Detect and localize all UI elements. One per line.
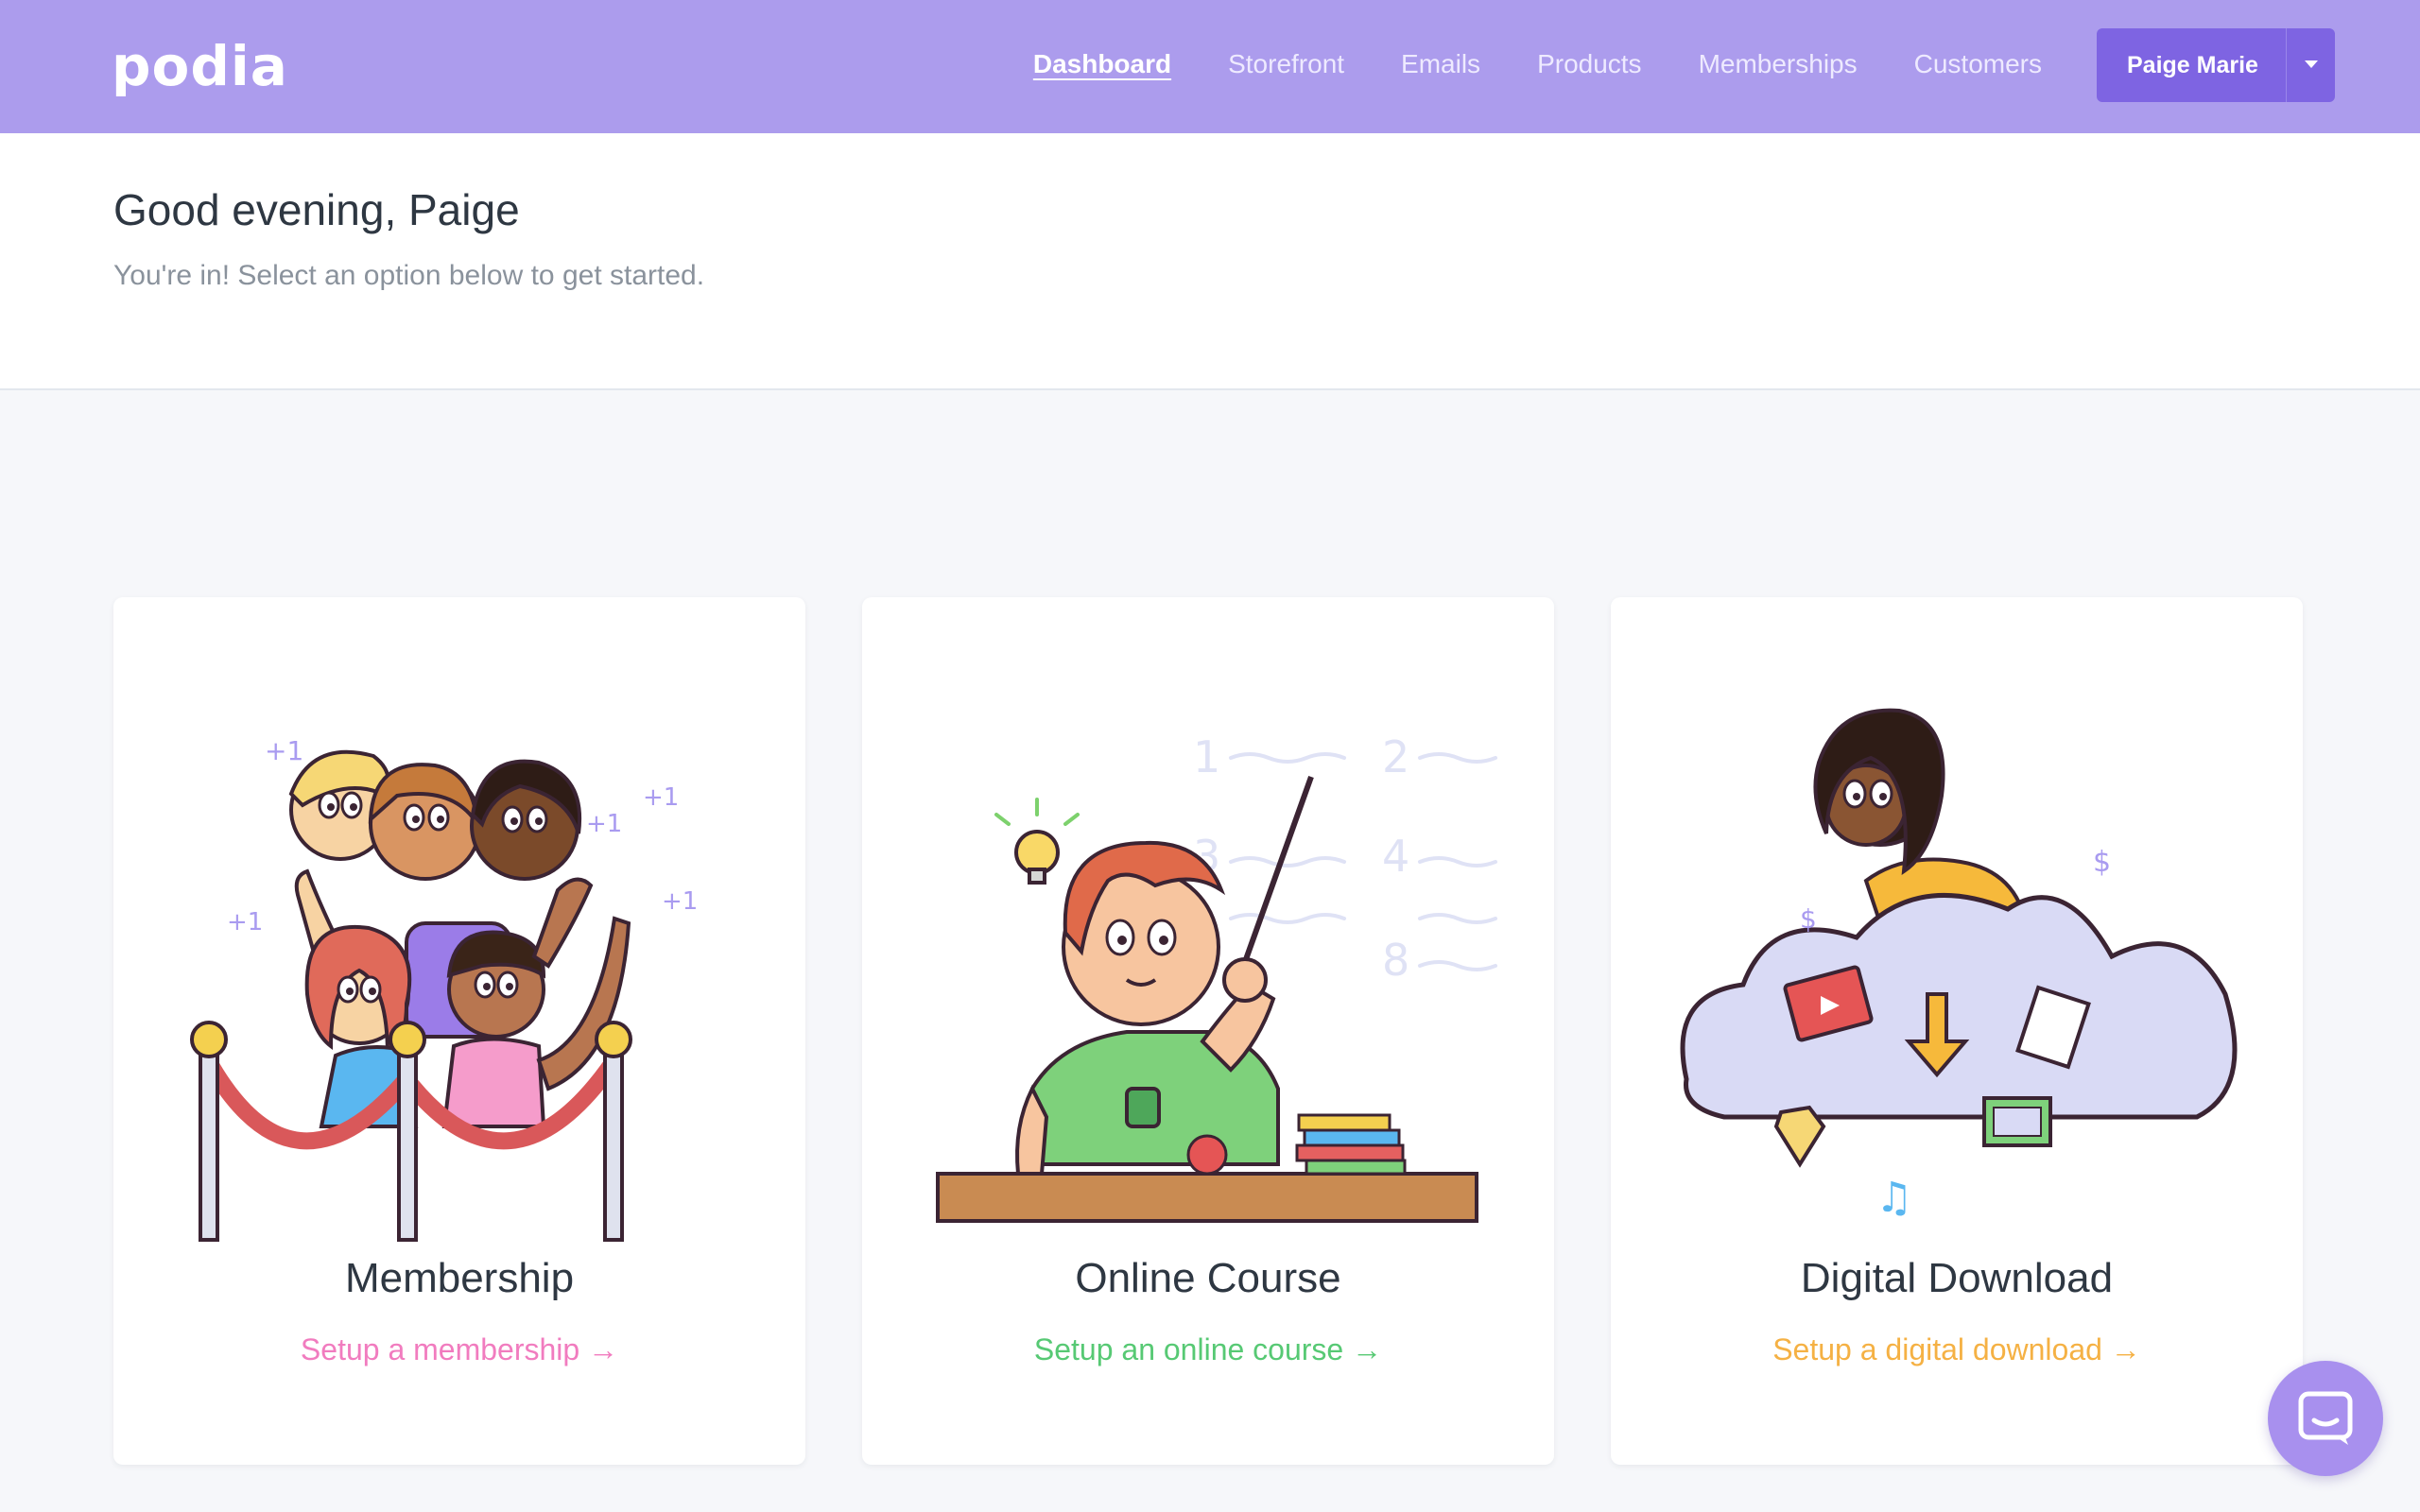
setup-membership-link[interactable]: Setup a membership → bbox=[113, 1332, 805, 1367]
svg-text:$: $ bbox=[2093, 846, 2111, 879]
svg-text:+1: +1 bbox=[227, 908, 263, 936]
podia-logo[interactable]: podia bbox=[112, 28, 288, 104]
svg-text:2: 2 bbox=[1382, 731, 1409, 782]
nav-memberships[interactable]: Memberships bbox=[1699, 45, 1858, 83]
nav-products[interactable]: Products bbox=[1537, 45, 1642, 83]
nav-customers[interactable]: Customers bbox=[1914, 45, 2042, 83]
product-type-cards: +1 +1 +1 +1 +1 Membership Setup a member… bbox=[113, 597, 2303, 1465]
user-name: Paige Marie bbox=[2127, 51, 2258, 78]
nav-emails[interactable]: Emails bbox=[1401, 45, 1480, 83]
card-title: Membership bbox=[344, 1255, 575, 1301]
greeting-title: Good evening, Paige bbox=[113, 185, 520, 234]
chat-icon bbox=[2298, 1391, 2353, 1445]
nav-storefront[interactable]: Storefront bbox=[1228, 45, 1344, 83]
setup-digital-download-link[interactable]: Setup a digital download → bbox=[1611, 1332, 2303, 1367]
svg-text:4: 4 bbox=[1382, 831, 1409, 882]
setup-online-course-link[interactable]: Setup an online course → bbox=[862, 1332, 1554, 1367]
card-title: Online Course bbox=[1075, 1255, 1341, 1301]
svg-text:+1: +1 bbox=[662, 887, 698, 916]
svg-text:+1: +1 bbox=[643, 783, 679, 812]
main-nav: Dashboard Storefront Emails Products Mem… bbox=[1033, 45, 2042, 83]
svg-text:+1: +1 bbox=[265, 735, 303, 766]
online-course-card[interactable]: 1 3 2 4 8 Online Course Setup an online … bbox=[862, 597, 1554, 1465]
nav-dashboard[interactable]: Dashboard bbox=[1033, 45, 1171, 83]
chevron-down-icon[interactable] bbox=[2305, 60, 2318, 68]
user-menu-button[interactable]: Paige Marie bbox=[2097, 28, 2335, 102]
teacher-chalkboard-illustration: 1 3 2 4 8 bbox=[936, 731, 1497, 1223]
greeting-subtext: You're in! Select an option below to get… bbox=[113, 260, 705, 291]
digital-download-card[interactable]: $ $ ♫ Digital Download Setup a digital d… bbox=[1611, 597, 2303, 1465]
user-menu-divider bbox=[2286, 28, 2287, 102]
svg-text:+1: +1 bbox=[586, 810, 622, 838]
svg-text:8: 8 bbox=[1382, 935, 1409, 986]
card-title: Digital Download bbox=[1800, 1255, 2114, 1301]
membership-crowd-illustration: +1 +1 +1 +1 +1 bbox=[190, 735, 698, 1242]
svg-text:♫: ♫ bbox=[1876, 1174, 1912, 1222]
cloud-download-illustration: $ $ ♫ bbox=[1680, 708, 2238, 1222]
top-navbar: podia Dashboard Storefront Emails Produc… bbox=[0, 0, 2420, 133]
svg-text:1: 1 bbox=[1193, 731, 1220, 782]
chat-launcher-button[interactable] bbox=[2268, 1361, 2383, 1476]
welcome-header: Good evening, Paige You're in! Select an… bbox=[0, 133, 2420, 390]
membership-card[interactable]: +1 +1 +1 +1 +1 Membership Setup a member… bbox=[113, 597, 805, 1465]
svg-text:$: $ bbox=[1800, 903, 1817, 935]
